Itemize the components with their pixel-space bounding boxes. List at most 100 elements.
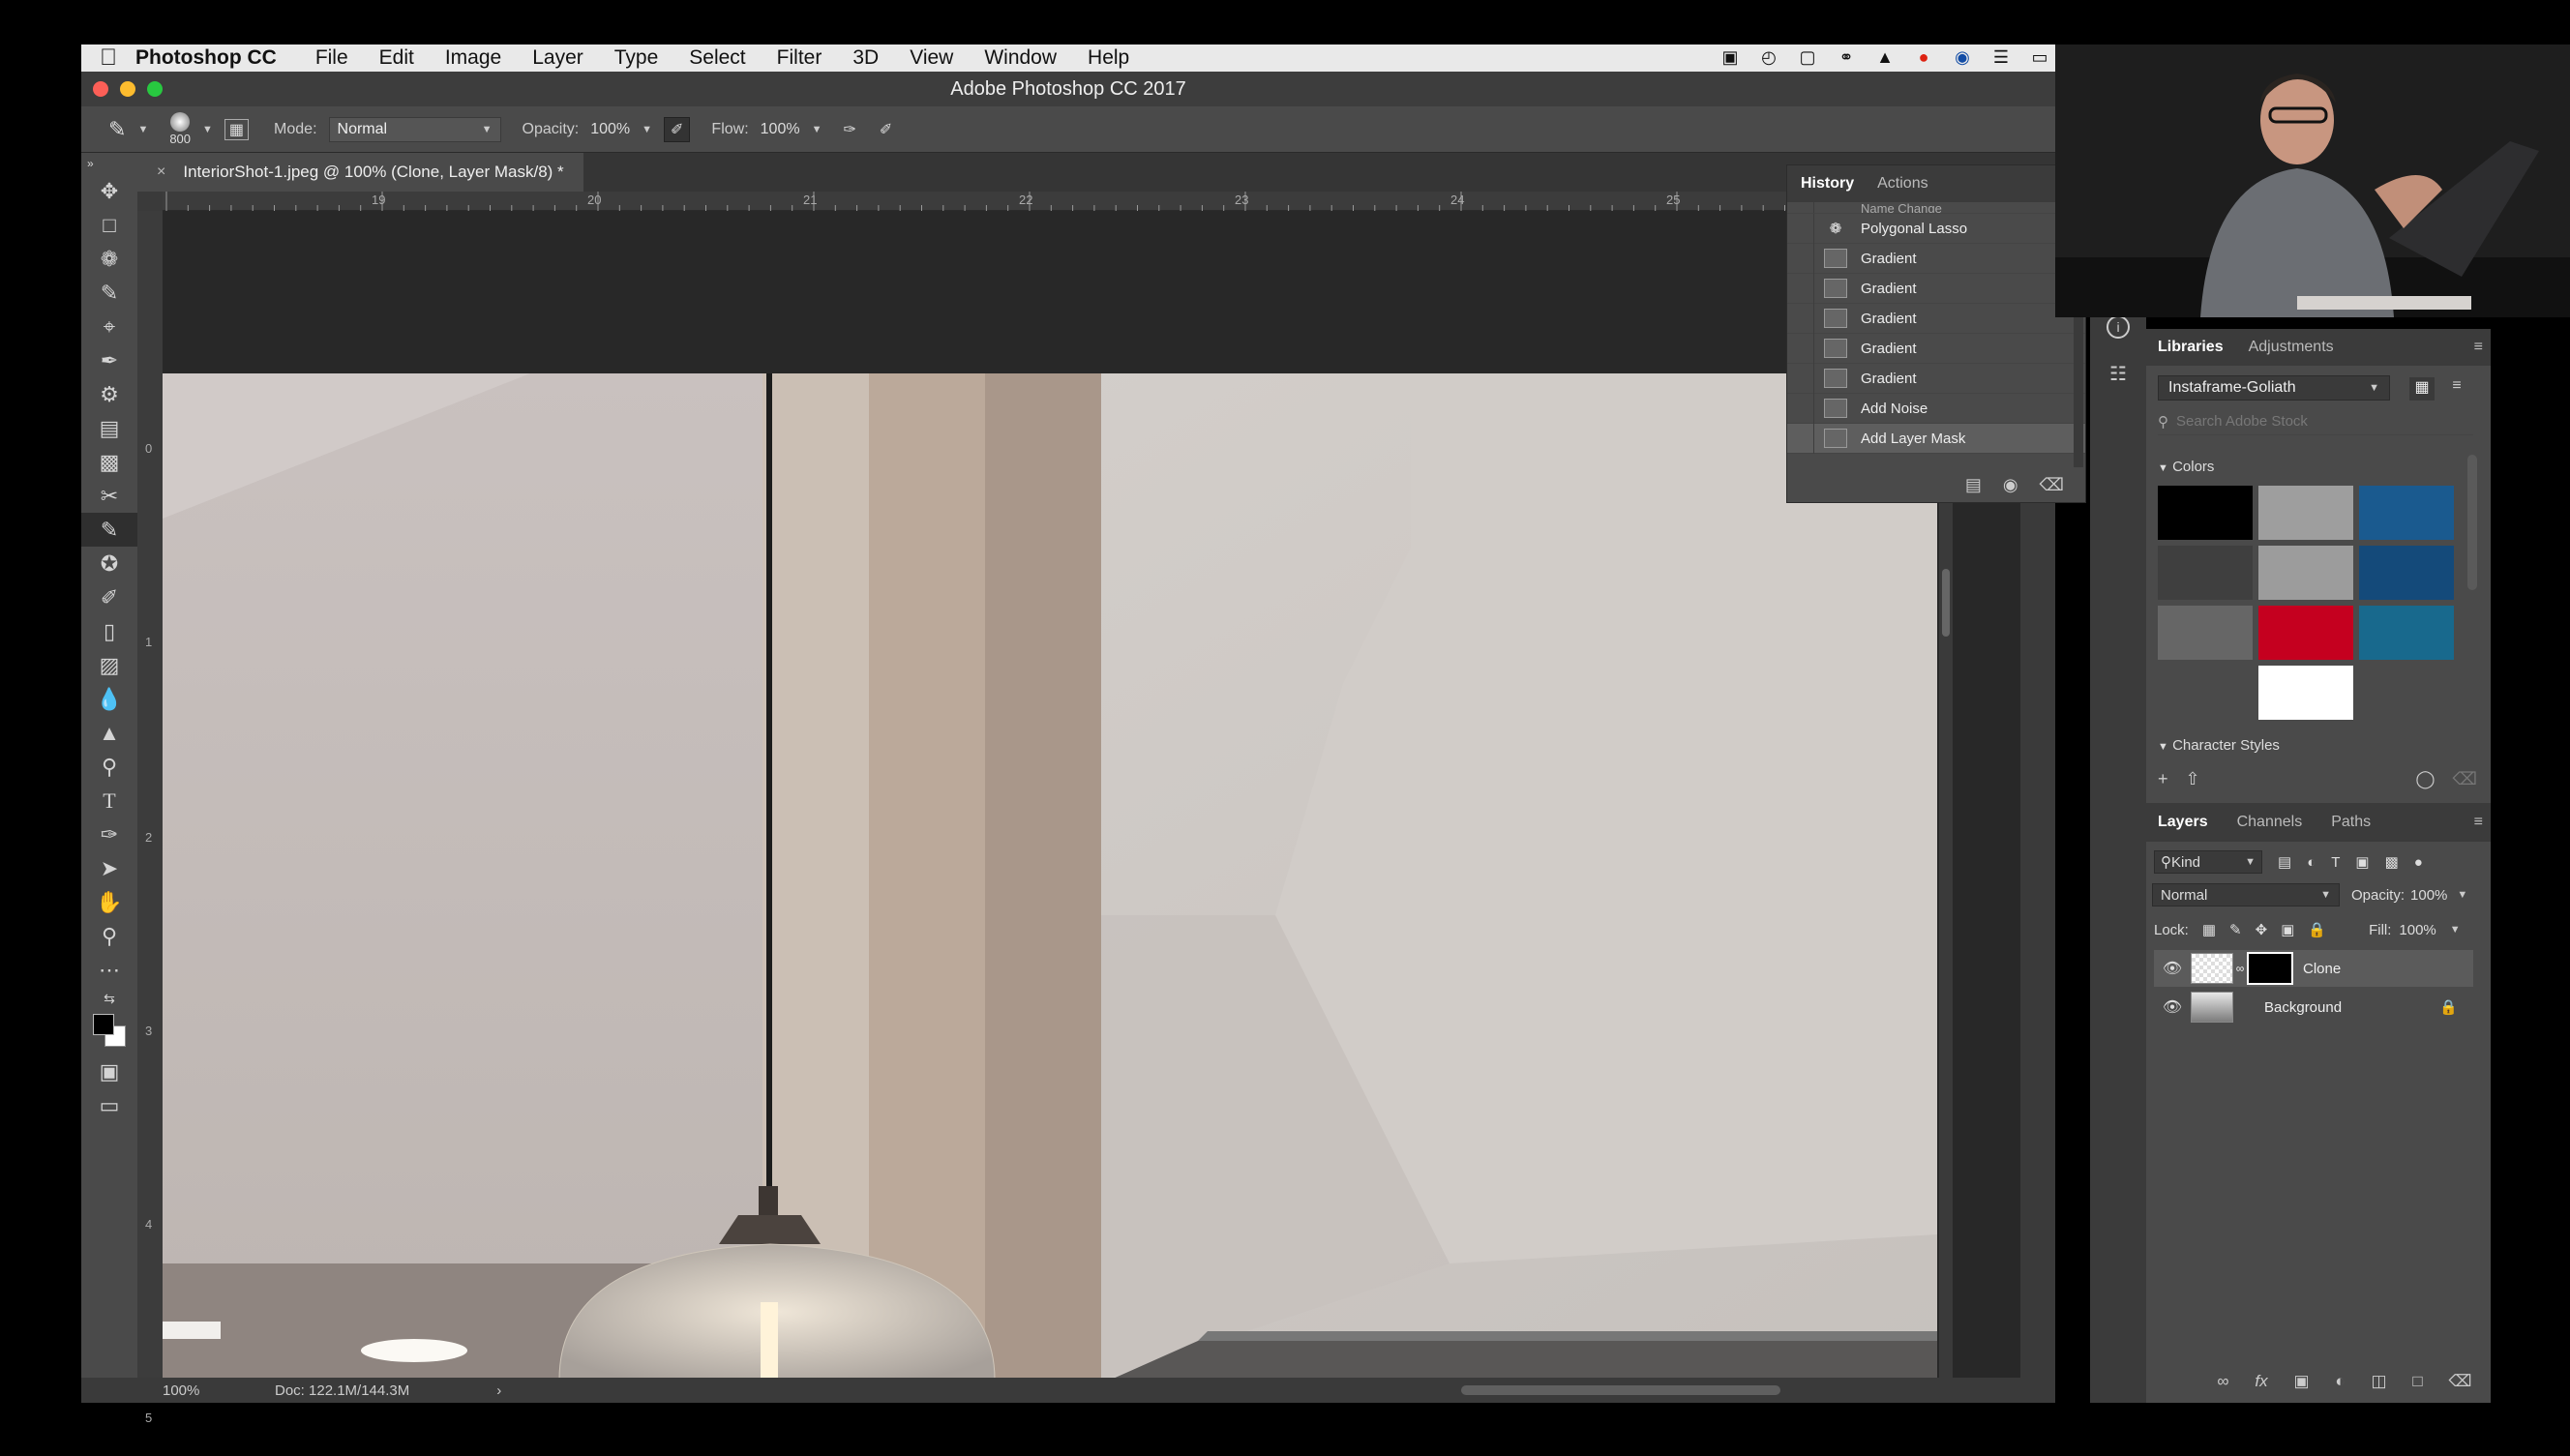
brush-tool-icon[interactable]: ✎ <box>81 513 137 547</box>
lasso-tool-icon[interactable]: ❁ <box>81 242 137 276</box>
brush-preset-picker[interactable]: 800 <box>169 112 191 146</box>
menu-app-name[interactable]: Photoshop CC <box>135 46 277 70</box>
move-tool-icon[interactable]: ✥ <box>81 174 137 208</box>
link-icon[interactable]: ∞ <box>2233 962 2247 975</box>
color-swatch[interactable] <box>2158 546 2253 600</box>
lock-artboard-icon[interactable]: ▣ <box>2281 921 2294 938</box>
drive-icon[interactable]: ▲ <box>1873 46 1897 68</box>
library-scrollbar[interactable] <box>2467 455 2477 590</box>
colors-header[interactable]: ▼ Colors <box>2158 459 2214 475</box>
chevron-down-icon[interactable]: ▼ <box>2450 924 2461 936</box>
new-document-from-state-icon[interactable]: ▤ <box>1965 475 1982 495</box>
path-select-tool-icon[interactable]: ➤ <box>81 851 137 885</box>
quick-select-tool-icon[interactable]: ✎ <box>81 276 137 310</box>
eye-icon[interactable]: 👁 <box>2154 959 2191 978</box>
cc-sync-icon[interactable]: ◯ <box>2415 769 2435 789</box>
color-swatch[interactable] <box>2359 606 2454 660</box>
menu-edit[interactable]: Edit <box>379 46 414 70</box>
chevron-down-icon[interactable]: ▼ <box>137 124 148 135</box>
zoom-window-button[interactable] <box>147 81 163 97</box>
patch-tool-icon[interactable]: ▤ <box>81 411 137 445</box>
flow-value[interactable]: 100% <box>761 121 800 138</box>
airbrush-icon[interactable]: ✑ <box>843 120 855 139</box>
color-swatch[interactable] <box>2258 606 2353 660</box>
filter-smart-object-icon[interactable]: ▩ <box>2385 853 2399 871</box>
pressure-size-icon[interactable]: ✐ <box>880 120 892 139</box>
menu-window[interactable]: Window <box>984 46 1057 70</box>
foreground-color-swatch[interactable] <box>93 1014 114 1035</box>
filter-type-icon[interactable]: T <box>2331 854 2340 871</box>
horizontal-scroll-thumb[interactable] <box>1461 1385 1780 1395</box>
history-row[interactable]: Gradient <box>1787 363 2085 394</box>
tab-libraries[interactable]: Libraries <box>2158 339 2224 356</box>
quick-mask-icon[interactable]: ▣ <box>81 1055 137 1088</box>
upload-icon[interactable]: ⇧ <box>2186 769 2200 789</box>
zoom-tool-icon[interactable]: ⚲ <box>81 919 137 953</box>
chevron-down-icon[interactable]: ▼ <box>202 124 213 135</box>
history-brush-tool-icon[interactable]: ✐ <box>81 580 137 614</box>
marquee-tool-icon[interactable]: □ <box>81 208 137 242</box>
minimize-window-button[interactable] <box>120 81 135 97</box>
vertical-ruler[interactable]: 0 1 2 3 4 5 <box>137 211 163 1425</box>
new-layer-icon[interactable]: □ <box>2412 1372 2422 1391</box>
document-canvas[interactable] <box>163 211 2020 1380</box>
lock-transparent-icon[interactable]: ▦ <box>2202 921 2216 938</box>
layer-row-background[interactable]: 👁 Background 🔒 <box>2154 989 2473 1025</box>
sharpen-tool-icon[interactable]: ▲ <box>81 716 137 750</box>
color-swatch[interactable] <box>2158 666 2253 720</box>
type-tool-icon[interactable]: T <box>81 784 137 817</box>
apple-icon[interactable]:  <box>81 45 135 72</box>
history-row[interactable]: Add Layer Mask <box>1787 423 2085 454</box>
grid-view-icon[interactable]: ▦ <box>2409 377 2435 401</box>
library-select[interactable]: Instaframe-Goliath ▼ <box>2158 375 2390 401</box>
panel-menu-icon[interactable]: ≡ <box>2474 814 2483 831</box>
layer-row-clone[interactable]: 👁 ∞ Clone <box>2154 950 2473 987</box>
color-swatch[interactable] <box>2158 606 2253 660</box>
fill-value[interactable]: 100% <box>2399 922 2436 938</box>
trash-icon[interactable]: ⌫ <box>2453 769 2477 789</box>
menu-view[interactable]: View <box>910 46 953 70</box>
link-layers-icon[interactable]: ∞ <box>2217 1372 2228 1391</box>
history-row[interactable]: Gradient <box>1787 243 2085 274</box>
menu-file[interactable]: File <box>315 46 348 70</box>
history-row[interactable]: ❁ Polygonal Lasso <box>1787 213 2085 244</box>
properties-icon[interactable]: ☷ <box>2106 362 2131 385</box>
menu-filter[interactable]: Filter <box>777 46 822 70</box>
tab-layers[interactable]: Layers <box>2158 814 2208 831</box>
scroll-thumb[interactable] <box>1942 569 1950 637</box>
crop-tool-icon[interactable]: ⌖ <box>81 310 137 343</box>
lock-pixels-icon[interactable]: ✎ <box>2229 921 2242 938</box>
default-colors-icon[interactable]: ⇆ <box>81 987 137 1010</box>
menu-help[interactable]: Help <box>1088 46 1129 70</box>
menu-select[interactable]: Select <box>689 46 745 70</box>
blend-mode-select[interactable]: Normal ▼ <box>2152 883 2340 906</box>
history-row[interactable]: Gradient <box>1787 333 2085 364</box>
filter-pixel-icon[interactable]: ▤ <box>2278 853 2291 871</box>
screen-mode-icon[interactable]: ▭ <box>81 1088 137 1122</box>
list-view-icon[interactable]: ≡ <box>2444 377 2469 401</box>
trash-icon[interactable]: ⌫ <box>2040 475 2064 495</box>
zoom-level[interactable]: 100% <box>163 1382 240 1399</box>
content-aware-tool-icon[interactable]: ▩ <box>81 445 137 479</box>
brush-tool-icon[interactable]: ✎ <box>108 117 126 142</box>
mode-select[interactable]: Normal ▼ <box>328 116 501 142</box>
tab-actions[interactable]: Actions <box>1877 175 1928 193</box>
color-swatch[interactable] <box>2258 486 2353 540</box>
chevron-down-icon[interactable]: ▼ <box>812 124 822 135</box>
tab-adjustments[interactable]: Adjustments <box>2249 339 2334 356</box>
close-window-button[interactable] <box>93 81 108 97</box>
scissors-icon[interactable]: ✂ <box>81 479 137 513</box>
horizontal-ruler[interactable]: 19 20 21 22 23 24 25 <box>163 192 2069 211</box>
dodge-tool-icon[interactable]: ⚲ <box>81 750 137 784</box>
history-row[interactable]: Add Noise <box>1787 393 2085 424</box>
add-icon[interactable]: + <box>2158 769 2168 789</box>
healing-brush-tool-icon[interactable]: ⚙ <box>81 377 137 411</box>
history-row[interactable]: Name Change <box>1787 202 2085 214</box>
clone-stamp-tool-icon[interactable]: ✪ <box>81 547 137 580</box>
doc-size[interactable]: Doc: 122.1M/144.3M <box>275 1382 409 1399</box>
gradient-tool-icon[interactable]: ▨ <box>81 648 137 682</box>
chevron-down-icon[interactable]: ▼ <box>642 124 652 135</box>
layer-mask-thumbnail[interactable] <box>2247 952 2293 985</box>
eyedropper-tool-icon[interactable]: ✒ <box>81 343 137 377</box>
color-swatch[interactable] <box>2258 546 2353 600</box>
